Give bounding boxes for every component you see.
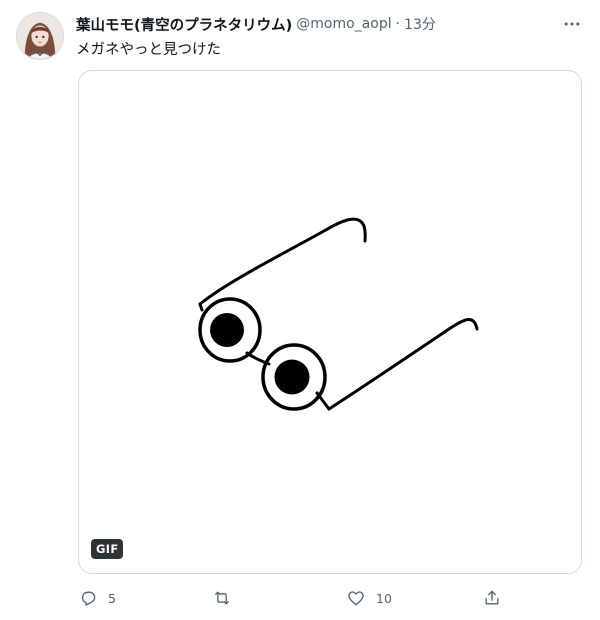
separator-dot: · bbox=[395, 16, 401, 32]
avatar[interactable] bbox=[16, 12, 64, 60]
share-icon bbox=[485, 590, 499, 605]
user-handle[interactable]: @momo_aopl bbox=[296, 16, 391, 32]
reply-button[interactable]: 5 bbox=[78, 584, 116, 612]
more-button[interactable] bbox=[560, 12, 584, 36]
display-name[interactable]: 葉山モモ(青空のプラネタリウム) bbox=[76, 14, 292, 35]
retweet-icon bbox=[215, 591, 229, 605]
tweet-header: 葉山モモ(青空のプラネタリウム) @momo_aopl · 13分 bbox=[76, 14, 556, 34]
reply-icon bbox=[81, 591, 96, 606]
action-bar: 5 10 bbox=[68, 584, 518, 612]
more-icon bbox=[564, 22, 580, 26]
retweet-button[interactable] bbox=[212, 584, 242, 612]
like-button[interactable]: 10 bbox=[346, 584, 392, 612]
avatar-image bbox=[17, 13, 63, 59]
gif-badge: GIF bbox=[91, 539, 124, 559]
tweet-text: メガネやっと見つけた bbox=[76, 42, 221, 58]
share-button[interactable] bbox=[482, 584, 512, 612]
heart-icon bbox=[348, 591, 364, 606]
timestamp[interactable]: 13分 bbox=[404, 14, 436, 34]
media-gif[interactable]: GIF bbox=[78, 70, 582, 574]
glasses-drawing bbox=[198, 217, 479, 411]
like-count: 10 bbox=[376, 590, 392, 606]
tweet-card: 葉山モモ(青空のプラネタリウム) @momo_aopl · 13分 メガネやっと… bbox=[0, 0, 600, 620]
reply-count: 5 bbox=[108, 590, 116, 606]
